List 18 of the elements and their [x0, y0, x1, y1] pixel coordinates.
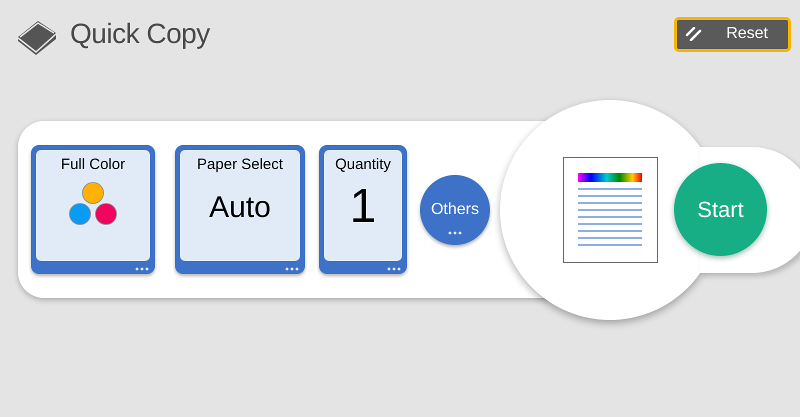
setting-tile[interactable]: Paper Select Auto [175, 145, 305, 274]
reset-icon [685, 27, 703, 41]
more-icon [135, 267, 149, 271]
document-preview-icon [562, 156, 658, 262]
color-circles-icon [67, 180, 119, 227]
page-title: Quick Copy [70, 17, 210, 51]
more-icon [387, 267, 401, 271]
tile-label: Paper Select [197, 156, 283, 175]
tile-label: Full Color [60, 156, 126, 175]
others-button[interactable]: Others [420, 174, 490, 244]
tile-label: Quantity [335, 156, 391, 175]
more-icon [448, 230, 462, 234]
more-icon [285, 267, 299, 271]
tile-value: Auto [209, 192, 271, 223]
tile-value: 1 [350, 182, 376, 231]
setting-tile[interactable]: Full Color [31, 145, 155, 274]
setting-tile[interactable]: Quantity 1 [319, 145, 407, 274]
reset-button[interactable]: Reset [674, 16, 791, 52]
